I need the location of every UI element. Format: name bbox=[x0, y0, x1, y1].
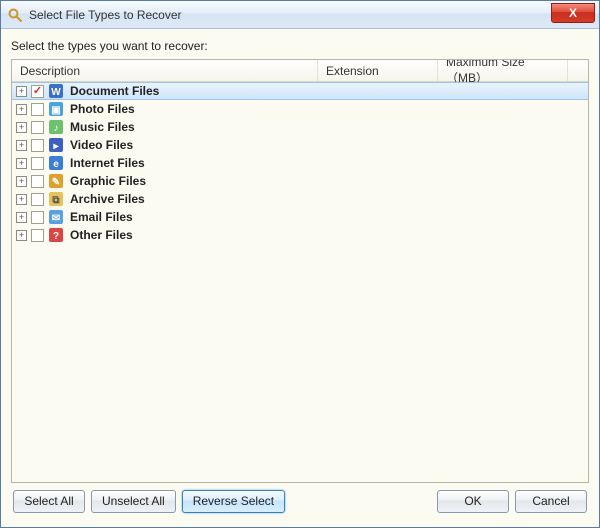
window-title: Select File Types to Recover bbox=[29, 8, 182, 22]
expand-toggle[interactable]: + bbox=[16, 86, 27, 97]
expand-toggle[interactable]: + bbox=[16, 158, 27, 169]
svg-text:✉: ✉ bbox=[52, 213, 60, 224]
file-type-checkbox[interactable] bbox=[31, 103, 44, 116]
file-type-row[interactable]: + e Internet Files bbox=[12, 154, 588, 172]
file-type-label: Graphic Files bbox=[70, 174, 146, 188]
file-type-label: Music Files bbox=[70, 120, 135, 134]
ok-button[interactable]: OK bbox=[437, 490, 509, 513]
expand-toggle[interactable]: + bbox=[16, 212, 27, 223]
file-type-label: Document Files bbox=[70, 84, 159, 98]
file-type-label: Photo Files bbox=[70, 102, 135, 116]
column-extension[interactable]: Extension bbox=[318, 60, 438, 81]
graphic-icon: ✎ bbox=[48, 173, 64, 189]
file-type-row[interactable]: + ▣ Photo Files bbox=[12, 100, 588, 118]
svg-text:?: ? bbox=[53, 231, 59, 242]
close-button[interactable]: X bbox=[551, 3, 595, 23]
file-type-checkbox[interactable] bbox=[31, 175, 44, 188]
file-type-checkbox[interactable] bbox=[31, 157, 44, 170]
file-type-label: Internet Files bbox=[70, 156, 145, 170]
file-type-label: Other Files bbox=[70, 228, 133, 242]
dialog-window: Select File Types to Recover X Select th… bbox=[0, 0, 600, 528]
file-type-row[interactable]: + ✎ Graphic Files bbox=[12, 172, 588, 190]
list-header: Description Extension Maximum Size（MB） bbox=[12, 60, 588, 82]
button-bar: Select All Unselect All Reverse Select O… bbox=[11, 483, 589, 519]
archive-icon: ⧉ bbox=[48, 191, 64, 207]
file-type-row[interactable]: + ♪ Music Files bbox=[12, 118, 588, 136]
expand-toggle[interactable]: + bbox=[16, 104, 27, 115]
music-icon: ♪ bbox=[48, 119, 64, 135]
file-type-row[interactable]: + ▸ Video Files bbox=[12, 136, 588, 154]
app-icon bbox=[7, 7, 23, 23]
video-icon: ▸ bbox=[48, 137, 64, 153]
file-type-row[interactable]: + ✉ Email Files bbox=[12, 208, 588, 226]
file-type-checkbox[interactable] bbox=[31, 211, 44, 224]
file-type-checkbox[interactable] bbox=[31, 85, 44, 98]
instruction-text: Select the types you want to recover: bbox=[11, 39, 589, 53]
cancel-button[interactable]: Cancel bbox=[515, 490, 587, 513]
column-spacer bbox=[568, 60, 588, 81]
titlebar: Select File Types to Recover X bbox=[1, 1, 599, 29]
reverse-select-button[interactable]: Reverse Select bbox=[182, 490, 285, 513]
svg-text:⧉: ⧉ bbox=[52, 195, 59, 206]
file-type-checkbox[interactable] bbox=[31, 193, 44, 206]
content-area: Select the types you want to recover: De… bbox=[1, 29, 599, 527]
expand-toggle[interactable]: + bbox=[16, 176, 27, 187]
other-icon: ? bbox=[48, 227, 64, 243]
expand-toggle[interactable]: + bbox=[16, 122, 27, 133]
document-icon: W bbox=[48, 83, 64, 99]
file-type-label: Video Files bbox=[70, 138, 133, 152]
svg-text:▣: ▣ bbox=[51, 105, 60, 116]
photo-icon: ▣ bbox=[48, 101, 64, 117]
svg-text:e: e bbox=[53, 159, 59, 170]
file-type-list: Description Extension Maximum Size（MB） +… bbox=[11, 59, 589, 483]
file-type-checkbox[interactable] bbox=[31, 139, 44, 152]
unselect-all-button[interactable]: Unselect All bbox=[91, 490, 176, 513]
file-type-label: Email Files bbox=[70, 210, 133, 224]
select-all-button[interactable]: Select All bbox=[13, 490, 85, 513]
internet-icon: e bbox=[48, 155, 64, 171]
list-body: + W Document Files + ▣ Photo Files + ♪ Music Fil… bbox=[12, 82, 588, 482]
svg-text:W: W bbox=[51, 87, 61, 98]
email-icon: ✉ bbox=[48, 209, 64, 225]
close-icon: X bbox=[569, 6, 577, 20]
expand-toggle[interactable]: + bbox=[16, 230, 27, 241]
svg-text:✎: ✎ bbox=[52, 177, 60, 188]
svg-text:♪: ♪ bbox=[54, 123, 59, 134]
expand-toggle[interactable]: + bbox=[16, 140, 27, 151]
file-type-checkbox[interactable] bbox=[31, 121, 44, 134]
file-type-row[interactable]: +? Other Files bbox=[12, 226, 588, 244]
svg-text:▸: ▸ bbox=[52, 141, 59, 152]
column-description[interactable]: Description bbox=[12, 60, 318, 81]
expand-toggle[interactable]: + bbox=[16, 194, 27, 205]
file-type-checkbox[interactable] bbox=[31, 229, 44, 242]
column-max-size[interactable]: Maximum Size（MB） bbox=[438, 60, 568, 81]
file-type-label: Archive Files bbox=[70, 192, 145, 206]
file-type-row[interactable]: + W Document Files bbox=[12, 82, 588, 100]
file-type-row[interactable]: + ⧉ Archive Files bbox=[12, 190, 588, 208]
